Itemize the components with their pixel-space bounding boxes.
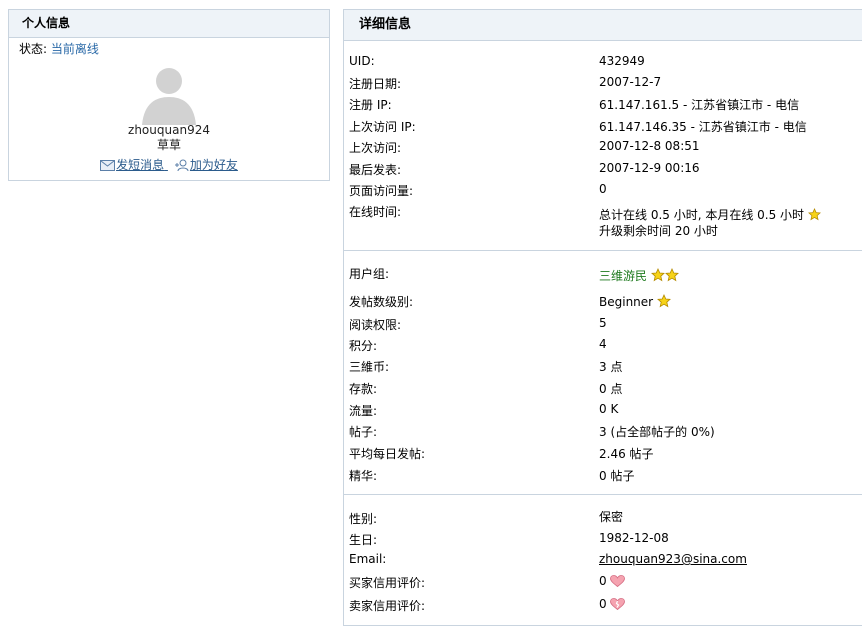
last-visit-ip-label: 上次访问 IP:: [349, 120, 416, 134]
last-visit-label: 上次访问:: [349, 141, 402, 155]
uid-value: 432949: [599, 54, 645, 68]
send-message-link[interactable]: 发短消息: [100, 158, 168, 172]
last-visit-value: 2007-12-8 08:51: [599, 139, 700, 153]
register-ip-label: 注册 IP:: [349, 98, 392, 112]
user-group-value: 三维游民: [599, 267, 679, 284]
points-label: 积分:: [349, 339, 378, 353]
digest-value: 0 帖子: [599, 469, 635, 483]
email-label: Email:: [349, 552, 387, 566]
details-panel: 详细信息 UID: 432949 注册日期: 2007-12-7 注册 IP: …: [343, 9, 862, 626]
posts-value: 3 (占全部帖子的 0%): [599, 425, 715, 439]
star-icon: [656, 294, 671, 308]
birthday-value: 1982-12-08: [599, 531, 669, 545]
read-permission-label: 阅读权限:: [349, 318, 402, 332]
status-value: 当前离线: [50, 42, 99, 56]
seller-rating-value: 0: [599, 597, 626, 611]
buyer-rating-value: 0: [599, 574, 626, 588]
register-date-value: 2007-12-7: [599, 75, 662, 89]
star-icon: [650, 268, 665, 282]
section-divider: [344, 494, 862, 495]
profile-panel: 个人信息 状态: 当前离线 zhouquan924 草草 发短消息 加为好友: [8, 9, 330, 181]
deposit-value: 0 点: [599, 382, 623, 396]
status-label: 状态:: [19, 42, 48, 56]
broken-heart-icon: [610, 598, 626, 610]
avatar: [142, 68, 196, 125]
add-friend-label: 加为好友: [189, 158, 238, 172]
online-status: 状态: 当前离线: [19, 40, 99, 57]
posts-label: 帖子:: [349, 425, 378, 439]
email-link[interactable]: zhouquan923@sina.com: [599, 552, 747, 566]
daily-posts-label: 平均每日发帖:: [349, 447, 426, 461]
add-friend-link[interactable]: 加为好友: [174, 158, 238, 172]
buyer-rating-number: 0: [599, 574, 607, 588]
gender-value: 保密: [599, 510, 624, 524]
last-post-value: 2007-12-9 00:16: [599, 161, 700, 175]
star-icon: [807, 208, 821, 221]
online-time-total: 总计在线 0.5 小时, 本月在线 0.5 小时: [599, 208, 805, 222]
page-views-label: 页面访问量:: [349, 184, 414, 198]
seller-rating-number: 0: [599, 597, 607, 611]
uid-label: UID:: [349, 54, 375, 68]
star-icon: [664, 268, 679, 282]
daily-posts-value: 2.46 帖子: [599, 447, 654, 461]
gender-label: 性别:: [349, 512, 378, 526]
read-permission-value: 5: [599, 316, 607, 330]
coins-value: 3 点: [599, 360, 623, 374]
send-message-label: 发短消息: [116, 158, 165, 172]
buyer-rating-label: 买家信用评价:: [349, 576, 426, 590]
online-time-value: 总计在线 0.5 小时, 本月在线 0.5 小时: [599, 206, 821, 223]
nickname: 草草: [156, 138, 181, 152]
post-level-name: Beginner: [599, 295, 654, 309]
page-views-value: 0: [599, 182, 607, 196]
digest-label: 精华:: [349, 469, 378, 483]
post-level-label: 发帖数级别:: [349, 295, 414, 309]
user-group-label: 用户组:: [349, 267, 390, 281]
coins-label: 三維币:: [349, 360, 390, 374]
add-friend-icon: [174, 159, 189, 172]
user-group-name: 三维游民: [599, 269, 648, 283]
envelope-icon: [100, 160, 116, 171]
seller-rating-label: 卖家信用评价:: [349, 599, 426, 613]
section-divider: [344, 250, 862, 251]
last-visit-ip-value: 61.147.146.35 - 江苏省镇江市 - 电信: [599, 120, 807, 134]
upgrade-remaining: 升级剩余时间 20 小时: [599, 224, 718, 238]
heart-icon: [610, 575, 626, 587]
register-ip-value: 61.147.161.5 - 江苏省镇江市 - 电信: [599, 98, 800, 112]
username: zhouquan924: [128, 123, 210, 137]
online-time-label: 在线时间:: [349, 205, 402, 219]
register-date-label: 注册日期:: [349, 77, 402, 91]
points-value: 4: [599, 337, 607, 351]
deposit-label: 存款:: [349, 382, 378, 396]
post-level-value: Beginner: [599, 294, 671, 309]
last-post-label: 最后发表:: [349, 163, 402, 177]
traffic-value: 0 K: [599, 402, 619, 416]
birthday-label: 生日:: [349, 533, 378, 547]
traffic-label: 流量:: [349, 404, 378, 418]
profile-panel-header: 个人信息: [9, 10, 329, 38]
details-panel-header: 详细信息: [344, 10, 862, 41]
